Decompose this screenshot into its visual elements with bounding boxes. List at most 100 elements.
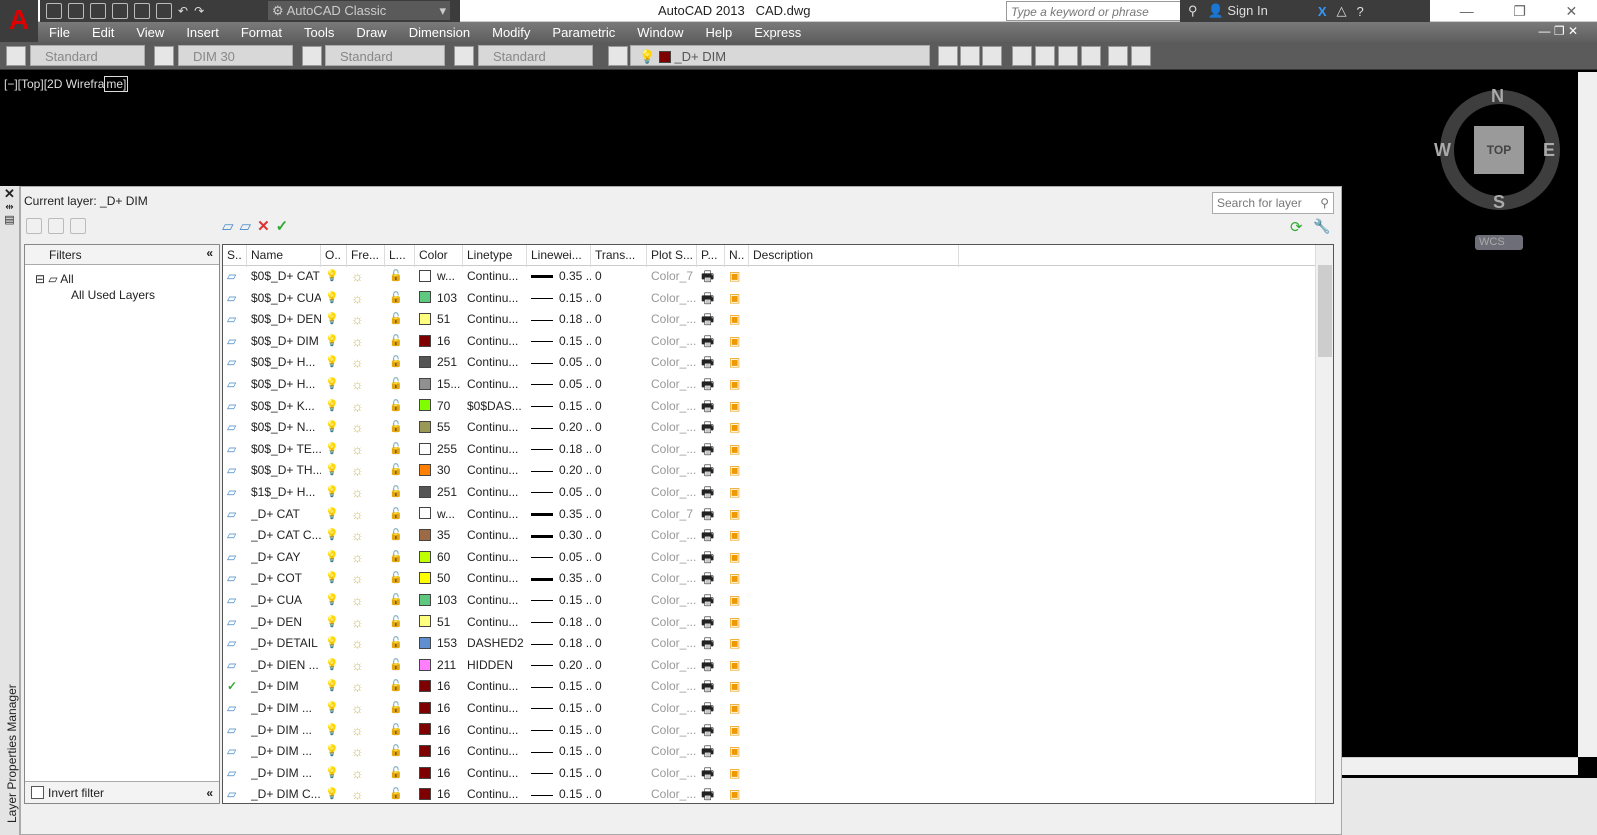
transparency[interactable]: 0 bbox=[595, 504, 647, 526]
new-vp-freeze-icon[interactable]: ▣ bbox=[729, 525, 749, 547]
transparency[interactable]: 0 bbox=[595, 525, 647, 547]
layer-color[interactable]: 103 bbox=[419, 288, 463, 310]
new-vp-freeze-icon[interactable]: ▣ bbox=[729, 396, 749, 418]
transparency[interactable]: 0 bbox=[595, 547, 647, 569]
table-row[interactable]: ▱ _D+ CAT C...💡☼🔓 35 Continu... 0.30 ... 0Col… bbox=[223, 525, 1315, 547]
layer-search-input[interactable]: Search for layer ⚲ bbox=[1212, 192, 1334, 214]
binoculars-icon[interactable]: ⚲ bbox=[1188, 3, 1198, 19]
viewcube-top-face[interactable]: TOP bbox=[1474, 126, 1524, 174]
layer-color[interactable]: 50 bbox=[419, 568, 463, 590]
on-bulb-icon[interactable]: 💡 bbox=[325, 655, 347, 677]
help-icon[interactable]: ? bbox=[1357, 4, 1364, 19]
on-bulb-icon[interactable]: 💡 bbox=[325, 547, 347, 569]
layer-color[interactable]: 251 bbox=[419, 482, 463, 504]
table-row[interactable]: ▱ _D+ DIM ...💡☼🔓 16 Continu... 0.15 ... 0Colo… bbox=[223, 741, 1315, 763]
invert-filter-checkbox[interactable] bbox=[31, 786, 44, 799]
hatch-to-back-icon[interactable] bbox=[1131, 46, 1151, 66]
lock-open-icon[interactable]: 🔓 bbox=[389, 331, 415, 353]
linetype[interactable]: Continu... bbox=[467, 676, 527, 698]
layer-name[interactable]: $1$_D+ H... bbox=[251, 482, 321, 504]
menu-file[interactable]: File bbox=[38, 25, 81, 40]
column-header[interactable]: Description bbox=[753, 245, 959, 267]
table-row[interactable]: ▱ $0$_D+ DIM💡☼🔓 16 Continu... 0.15 ... 0Color… bbox=[223, 331, 1315, 353]
layer-name[interactable]: $0$_D+ CUA bbox=[251, 288, 321, 310]
table-row[interactable]: ▱ $0$_D+ CUA💡☼🔓 103 Continu... 0.15 ... 0Colo… bbox=[223, 288, 1315, 310]
plot-style[interactable]: Color_... bbox=[651, 720, 697, 742]
layer-name[interactable]: $0$_D+ N... bbox=[251, 417, 321, 439]
transparency[interactable]: 0 bbox=[595, 568, 647, 590]
bring-above-icon[interactable] bbox=[1058, 46, 1078, 66]
column-header[interactable]: Linewei... bbox=[531, 245, 591, 267]
freeze-sun-icon[interactable]: ☼ bbox=[351, 676, 385, 698]
freeze-sun-icon[interactable]: ☼ bbox=[351, 439, 385, 461]
linetype[interactable]: Continu... bbox=[467, 266, 527, 288]
new-vp-freeze-icon[interactable]: ▣ bbox=[729, 460, 749, 482]
linetype[interactable]: Continu... bbox=[467, 720, 527, 742]
lock-open-icon[interactable]: 🔓 bbox=[389, 525, 415, 547]
lineweight[interactable]: 0.18 ... bbox=[531, 633, 591, 655]
new-vp-freeze-icon[interactable]: ▣ bbox=[729, 784, 749, 803]
on-bulb-icon[interactable]: 💡 bbox=[325, 568, 347, 590]
plot-printer-icon[interactable]: 🖶 bbox=[701, 720, 725, 742]
plot-style[interactable]: Color_... bbox=[651, 741, 697, 763]
lock-open-icon[interactable]: 🔓 bbox=[389, 374, 415, 396]
on-bulb-icon[interactable]: 💡 bbox=[325, 439, 347, 461]
plot-style[interactable]: Color_... bbox=[651, 612, 697, 634]
plot-style[interactable]: Color_... bbox=[651, 482, 697, 504]
plot-printer-icon[interactable]: 🖶 bbox=[701, 504, 725, 526]
lineweight[interactable]: 0.20 ... bbox=[531, 655, 591, 677]
on-bulb-icon[interactable]: 💡 bbox=[325, 676, 347, 698]
new-vp-freeze-icon[interactable]: ▣ bbox=[729, 655, 749, 677]
lock-open-icon[interactable]: 🔓 bbox=[389, 482, 415, 504]
layer-previous-icon[interactable] bbox=[960, 46, 980, 66]
lock-open-icon[interactable]: 🔓 bbox=[389, 633, 415, 655]
freeze-sun-icon[interactable]: ☼ bbox=[351, 698, 385, 720]
freeze-sun-icon[interactable]: ☼ bbox=[351, 763, 385, 785]
plot-style[interactable]: Color_... bbox=[651, 396, 697, 418]
lineweight[interactable]: 0.15 ... bbox=[531, 396, 591, 418]
plot-style[interactable]: Color_... bbox=[651, 698, 697, 720]
freeze-sun-icon[interactable]: ☼ bbox=[351, 374, 385, 396]
table-row[interactable]: ▱ $0$_D+ TE...💡☼🔓 255 Continu... 0.18 ... 0Co… bbox=[223, 439, 1315, 461]
text-above-icon[interactable] bbox=[1108, 46, 1128, 66]
transparency[interactable]: 0 bbox=[595, 676, 647, 698]
linetype[interactable]: Continu... bbox=[467, 763, 527, 785]
table-row[interactable]: ▱ $0$_D+ K...💡☼🔓 70 $0$DAS... 0.15 ... 0Color… bbox=[223, 396, 1315, 418]
lock-open-icon[interactable]: 🔓 bbox=[389, 309, 415, 331]
table-row[interactable]: ▱ $0$_D+ CAT💡☼🔓 w... Continu... 0.35 ... 0Col… bbox=[223, 266, 1315, 288]
plot-style[interactable]: Color_... bbox=[651, 655, 697, 677]
transparency[interactable]: 0 bbox=[595, 784, 647, 803]
layer-name[interactable]: $0$_D+ H... bbox=[251, 352, 321, 374]
layer-color[interactable]: 16 bbox=[419, 741, 463, 763]
lineweight[interactable]: 0.15 ... bbox=[531, 763, 591, 785]
tree-item-all[interactable]: ⊟ ▱ All bbox=[35, 271, 209, 287]
new-vp-freeze-icon[interactable]: ▣ bbox=[729, 374, 749, 396]
new-layer-icon[interactable]: ▱ bbox=[222, 217, 234, 235]
layer-name[interactable]: $0$_D+ CAT bbox=[251, 266, 321, 288]
layer-color[interactable]: 30 bbox=[419, 460, 463, 482]
plot-printer-icon[interactable]: 🖶 bbox=[701, 309, 725, 331]
menu-draw[interactable]: Draw bbox=[345, 25, 397, 40]
freeze-sun-icon[interactable]: ☼ bbox=[351, 288, 385, 310]
freeze-sun-icon[interactable]: ☼ bbox=[351, 309, 385, 331]
lineweight[interactable]: 0.15 ... bbox=[531, 698, 591, 720]
linetype[interactable]: Continu... bbox=[467, 439, 527, 461]
plot-printer-icon[interactable]: 🖶 bbox=[701, 784, 725, 803]
freeze-sun-icon[interactable]: ☼ bbox=[351, 525, 385, 547]
menu-insert[interactable]: Insert bbox=[175, 25, 230, 40]
transparency[interactable]: 0 bbox=[595, 698, 647, 720]
layer-list-scrollbar[interactable] bbox=[1315, 245, 1333, 803]
plot-style[interactable]: Color_... bbox=[651, 547, 697, 569]
close-button[interactable]: ✕ bbox=[1565, 3, 1577, 20]
collapse-icon[interactable]: « bbox=[206, 246, 213, 260]
freeze-sun-icon[interactable]: ☼ bbox=[351, 352, 385, 374]
layer-name[interactable]: _D+ DIM bbox=[251, 676, 321, 698]
linetype[interactable]: Continu... bbox=[467, 547, 527, 569]
linetype[interactable]: Continu... bbox=[467, 417, 527, 439]
on-bulb-icon[interactable]: 💡 bbox=[325, 288, 347, 310]
lock-open-icon[interactable]: 🔓 bbox=[389, 698, 415, 720]
new-vp-freeze-icon[interactable]: ▣ bbox=[729, 612, 749, 634]
lock-open-icon[interactable]: 🔓 bbox=[389, 763, 415, 785]
lineweight[interactable]: 0.20 ... bbox=[531, 460, 591, 482]
freeze-sun-icon[interactable]: ☼ bbox=[351, 655, 385, 677]
